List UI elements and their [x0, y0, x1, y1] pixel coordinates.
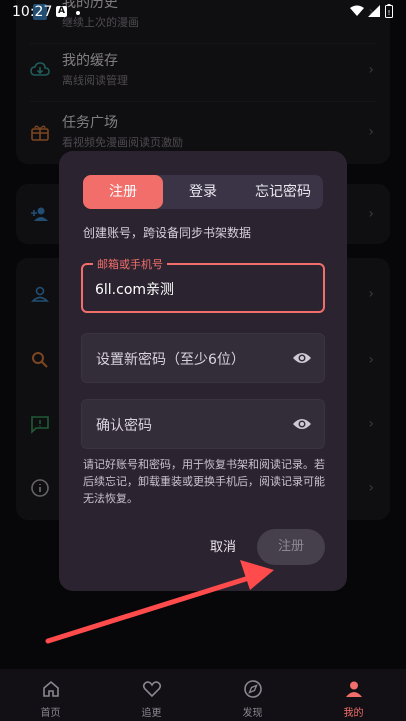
compass-icon [244, 680, 262, 698]
bottom-nav: 首页 追更 发现 我的 [0, 669, 406, 721]
notification-icon: A [56, 6, 67, 17]
nav-home-label: 首页 [40, 708, 61, 719]
nav-mine-label: 我的 [343, 708, 364, 719]
status-time: 10:27 [12, 4, 53, 20]
nav-follow[interactable]: 追更 [101, 669, 202, 721]
annotation-arrow-icon [45, 560, 274, 644]
svg-text:!: ! [388, 9, 391, 17]
wifi-icon [350, 5, 364, 16]
nav-follow-label: 追更 [141, 708, 162, 719]
nav-discover[interactable]: 发现 [202, 669, 303, 721]
nav-discover-label: 发现 [242, 708, 263, 719]
notification-dot-icon [76, 11, 80, 15]
signal-icon [368, 5, 380, 17]
home-icon [43, 680, 59, 697]
nav-mine[interactable]: 我的 [303, 669, 404, 721]
nav-home[interactable]: 首页 [0, 669, 101, 721]
person-icon [346, 681, 362, 697]
battery-icon: ! [385, 4, 393, 18]
status-bar: 10:27 A ! [0, 0, 406, 26]
heart-icon [142, 681, 162, 698]
